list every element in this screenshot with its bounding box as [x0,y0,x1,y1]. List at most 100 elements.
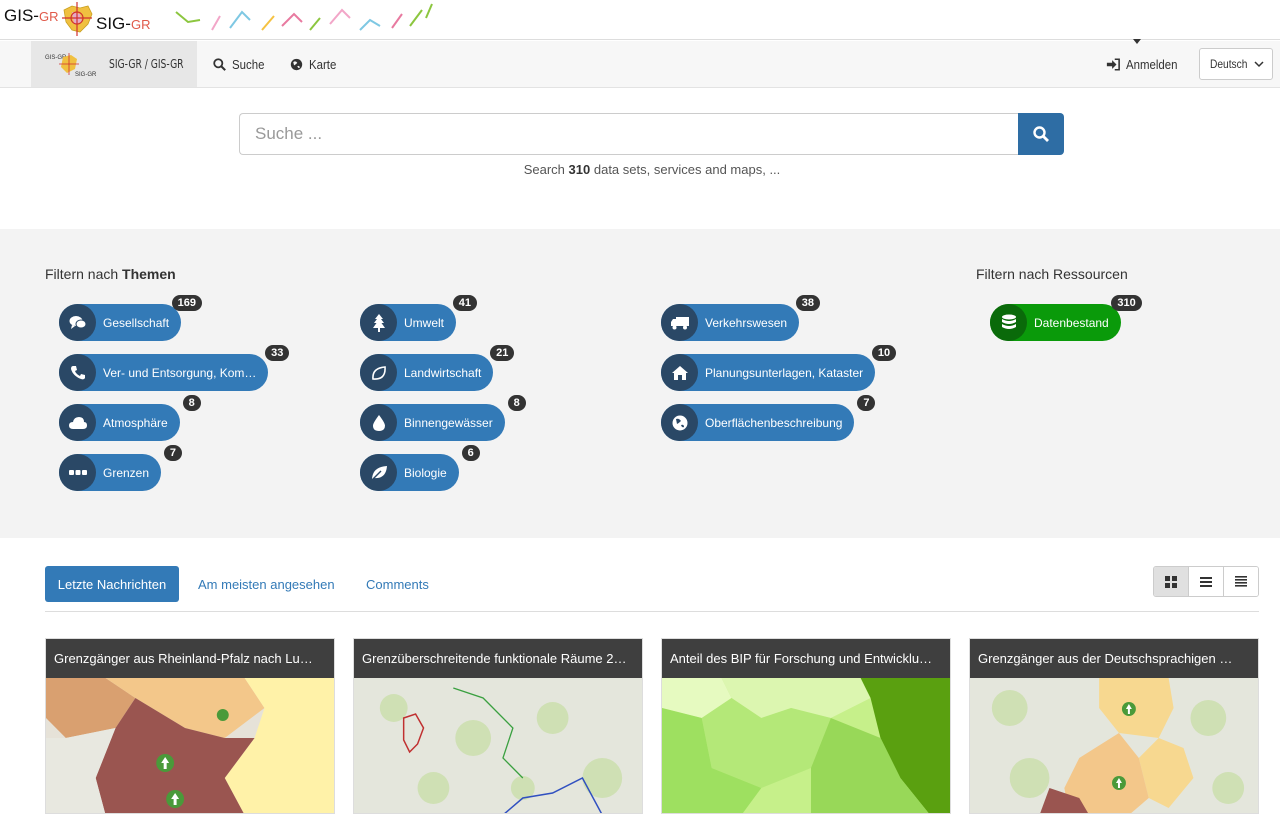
nav-map-link[interactable]: Karte [290,41,340,87]
topic-count-badge: 7 [163,445,183,461]
topic-chip-label: Umwelt [404,315,445,330]
phone-icon [59,354,96,391]
map-thumbnail [46,678,334,813]
themes-title-prefix: Filtern nach [45,266,119,282]
topic-chip-label: Planungsunterlagen, Kataster [705,365,864,380]
brand-mini-logo-icon: GIS-GR SIG-GR [45,53,97,78]
topic-chip-verkehrswesen[interactable]: Verkehrswesen 38 [661,295,821,341]
topic-chip-label: Verkehrswesen [705,315,788,330]
language-selected-value: Deutsch [1210,57,1248,71]
logo-gis-suffix: GR [38,9,59,24]
news-card-title[interactable]: Anteil des BIP für Forschung und Entwick… [662,639,950,678]
grid-view-button[interactable] [1154,567,1189,596]
topic-chip-oberflaechenbeschreibung[interactable]: Oberflächenbeschreibung 7 [661,395,876,441]
compact-list-view-button[interactable] [1224,567,1258,596]
site-banner: GIS-GR SIG-GR [0,0,1280,40]
topic-count-badge: 10 [871,345,897,361]
gis-gr-logo[interactable]: GIS-GR [4,6,58,26]
news-card-title[interactable]: Grenzüberschreitende funktionale Räume 2… [354,639,642,678]
topic-chip-label: Oberflächenbeschreibung [705,415,843,430]
leaf-icon [360,454,397,491]
topic-count-badge: 8 [507,395,526,411]
tab-latest-news[interactable]: Letzte Nachrichten [45,566,179,602]
globe-icon [661,404,698,441]
tab-comments[interactable]: Comments [366,566,429,602]
comments-icon [59,304,96,341]
topic-chip-gesellschaft[interactable]: Gesellschaft 169 [59,295,203,341]
themes-title-bold: Themen [122,266,176,282]
topic-chip-umwelt[interactable]: Umwelt 41 [360,295,478,341]
svg-text:SIG-GR: SIG-GR [75,72,97,78]
map-thumbnail [970,678,1258,813]
search-icon [213,57,226,71]
compact-list-icon [1235,576,1247,587]
sign-in-icon [1106,57,1120,71]
search-button[interactable] [1018,113,1064,155]
topic-count-badge: 7 [857,395,876,411]
topic-count-badge: 38 [795,295,821,311]
leaf-outline-icon [360,354,397,391]
topic-chip-biologie[interactable]: Biologie 6 [360,445,480,491]
news-card[interactable]: Anteil des BIP für Forschung und Entwick… [661,638,951,814]
topic-chip-label: Atmosphäre [103,415,168,430]
news-card-title[interactable]: Grenzgänger aus Rheinland-Pfalz nach Lu… [46,639,334,678]
list-view-button[interactable] [1189,567,1224,596]
home-icon [661,354,698,391]
login-caret-icon [1133,39,1141,44]
nav-search-link[interactable]: Suche [213,41,269,87]
filters-section: Filtern nach Themen Filtern nach Ressour… [0,229,1280,538]
nav-login-link[interactable]: Anmelden [1106,41,1185,87]
topic-chip-label: Grenzen [103,465,150,480]
topic-count-badge: 41 [452,295,478,311]
grid-icon [1165,575,1177,588]
resource-chip-datenbestand[interactable]: Datenbestand 310 [990,295,1142,341]
view-mode-toggle [1153,566,1259,597]
nav-brand-label: SIG-GR / GIS-GR [109,57,184,71]
database-icon [990,304,1027,341]
logo-sig-text: SIG- [96,14,131,33]
sig-gr-logo[interactable]: SIG-GR [96,14,150,34]
topic-count-badge: 33 [265,345,290,361]
topic-chip-ver-entsorgung[interactable]: Ver- und Entsorgung, Kom… 33 [59,345,290,391]
cloud-icon [59,404,96,441]
themes-title: Filtern nach Themen [45,266,176,282]
logo-gis-text: GIS- [4,6,39,25]
topic-chip-label: Biologie [404,465,447,480]
news-card[interactable]: Grenzüberschreitende funktionale Räume 2… [353,638,643,814]
news-card[interactable]: Grenzgänger aus Rheinland-Pfalz nach Lu… [45,638,335,814]
tab-most-viewed[interactable]: Am meisten angesehen [198,566,335,602]
topic-chip-label: Ver- und Entsorgung, Kom… [103,365,257,380]
region-map-logo-icon [62,2,93,36]
chevron-down-icon [1254,61,1264,68]
nav-login-label: Anmelden [1126,56,1178,72]
topic-chip-label: Binnengewässer [404,415,493,430]
topic-chip-label: Landwirtschaft [404,365,482,380]
banner-decoration [175,3,433,31]
search-input[interactable]: Suche ... [239,113,1019,155]
resource-chip-label: Datenbestand [1034,315,1109,330]
search-hint: Search 310 data sets, services and maps,… [0,162,1280,177]
topic-chip-landwirtschaft[interactable]: Landwirtschaft 21 [360,345,515,391]
topic-count-badge: 21 [490,345,515,361]
search-hint-prefix: Search [523,162,565,177]
topic-chip-grenzen[interactable]: Grenzen 7 [59,445,183,491]
topic-chip-binnengewaesser[interactable]: Binnengewässer 8 [360,395,526,441]
news-card-title-text: Grenzüberschreitende funktionale Räume 2… [362,651,627,666]
topic-count-badge: 169 [171,295,203,311]
news-card-title-text: Grenzgänger aus der Deutschsprachigen … [978,651,1233,666]
tabs-divider [45,611,1259,612]
news-card-title[interactable]: Grenzgänger aus der Deutschsprachigen … [970,639,1258,678]
language-select[interactable]: Deutsch [1199,48,1273,80]
map-thumbnail [354,678,642,813]
globe-icon [290,58,303,70]
list-icon [1200,576,1212,587]
nav-brand[interactable]: GIS-GR SIG-GR SIG-GR / GIS-GR [31,41,197,87]
topic-count-badge: 8 [182,395,201,411]
news-card[interactable]: Grenzgänger aus der Deutschsprachigen … [969,638,1259,814]
nav-search-label: Suche [232,56,265,72]
search-hint-suffix: data sets, services and maps, ... [593,162,781,177]
news-card-title-text: Grenzgänger aus Rheinland-Pfalz nach Lu… [54,651,313,666]
topic-chip-planungsunterlagen[interactable]: Planungsunterlagen, Kataster 10 [661,345,897,391]
topic-chip-atmosphaere[interactable]: Atmosphäre 8 [59,395,201,441]
map-thumbnail [662,678,950,813]
